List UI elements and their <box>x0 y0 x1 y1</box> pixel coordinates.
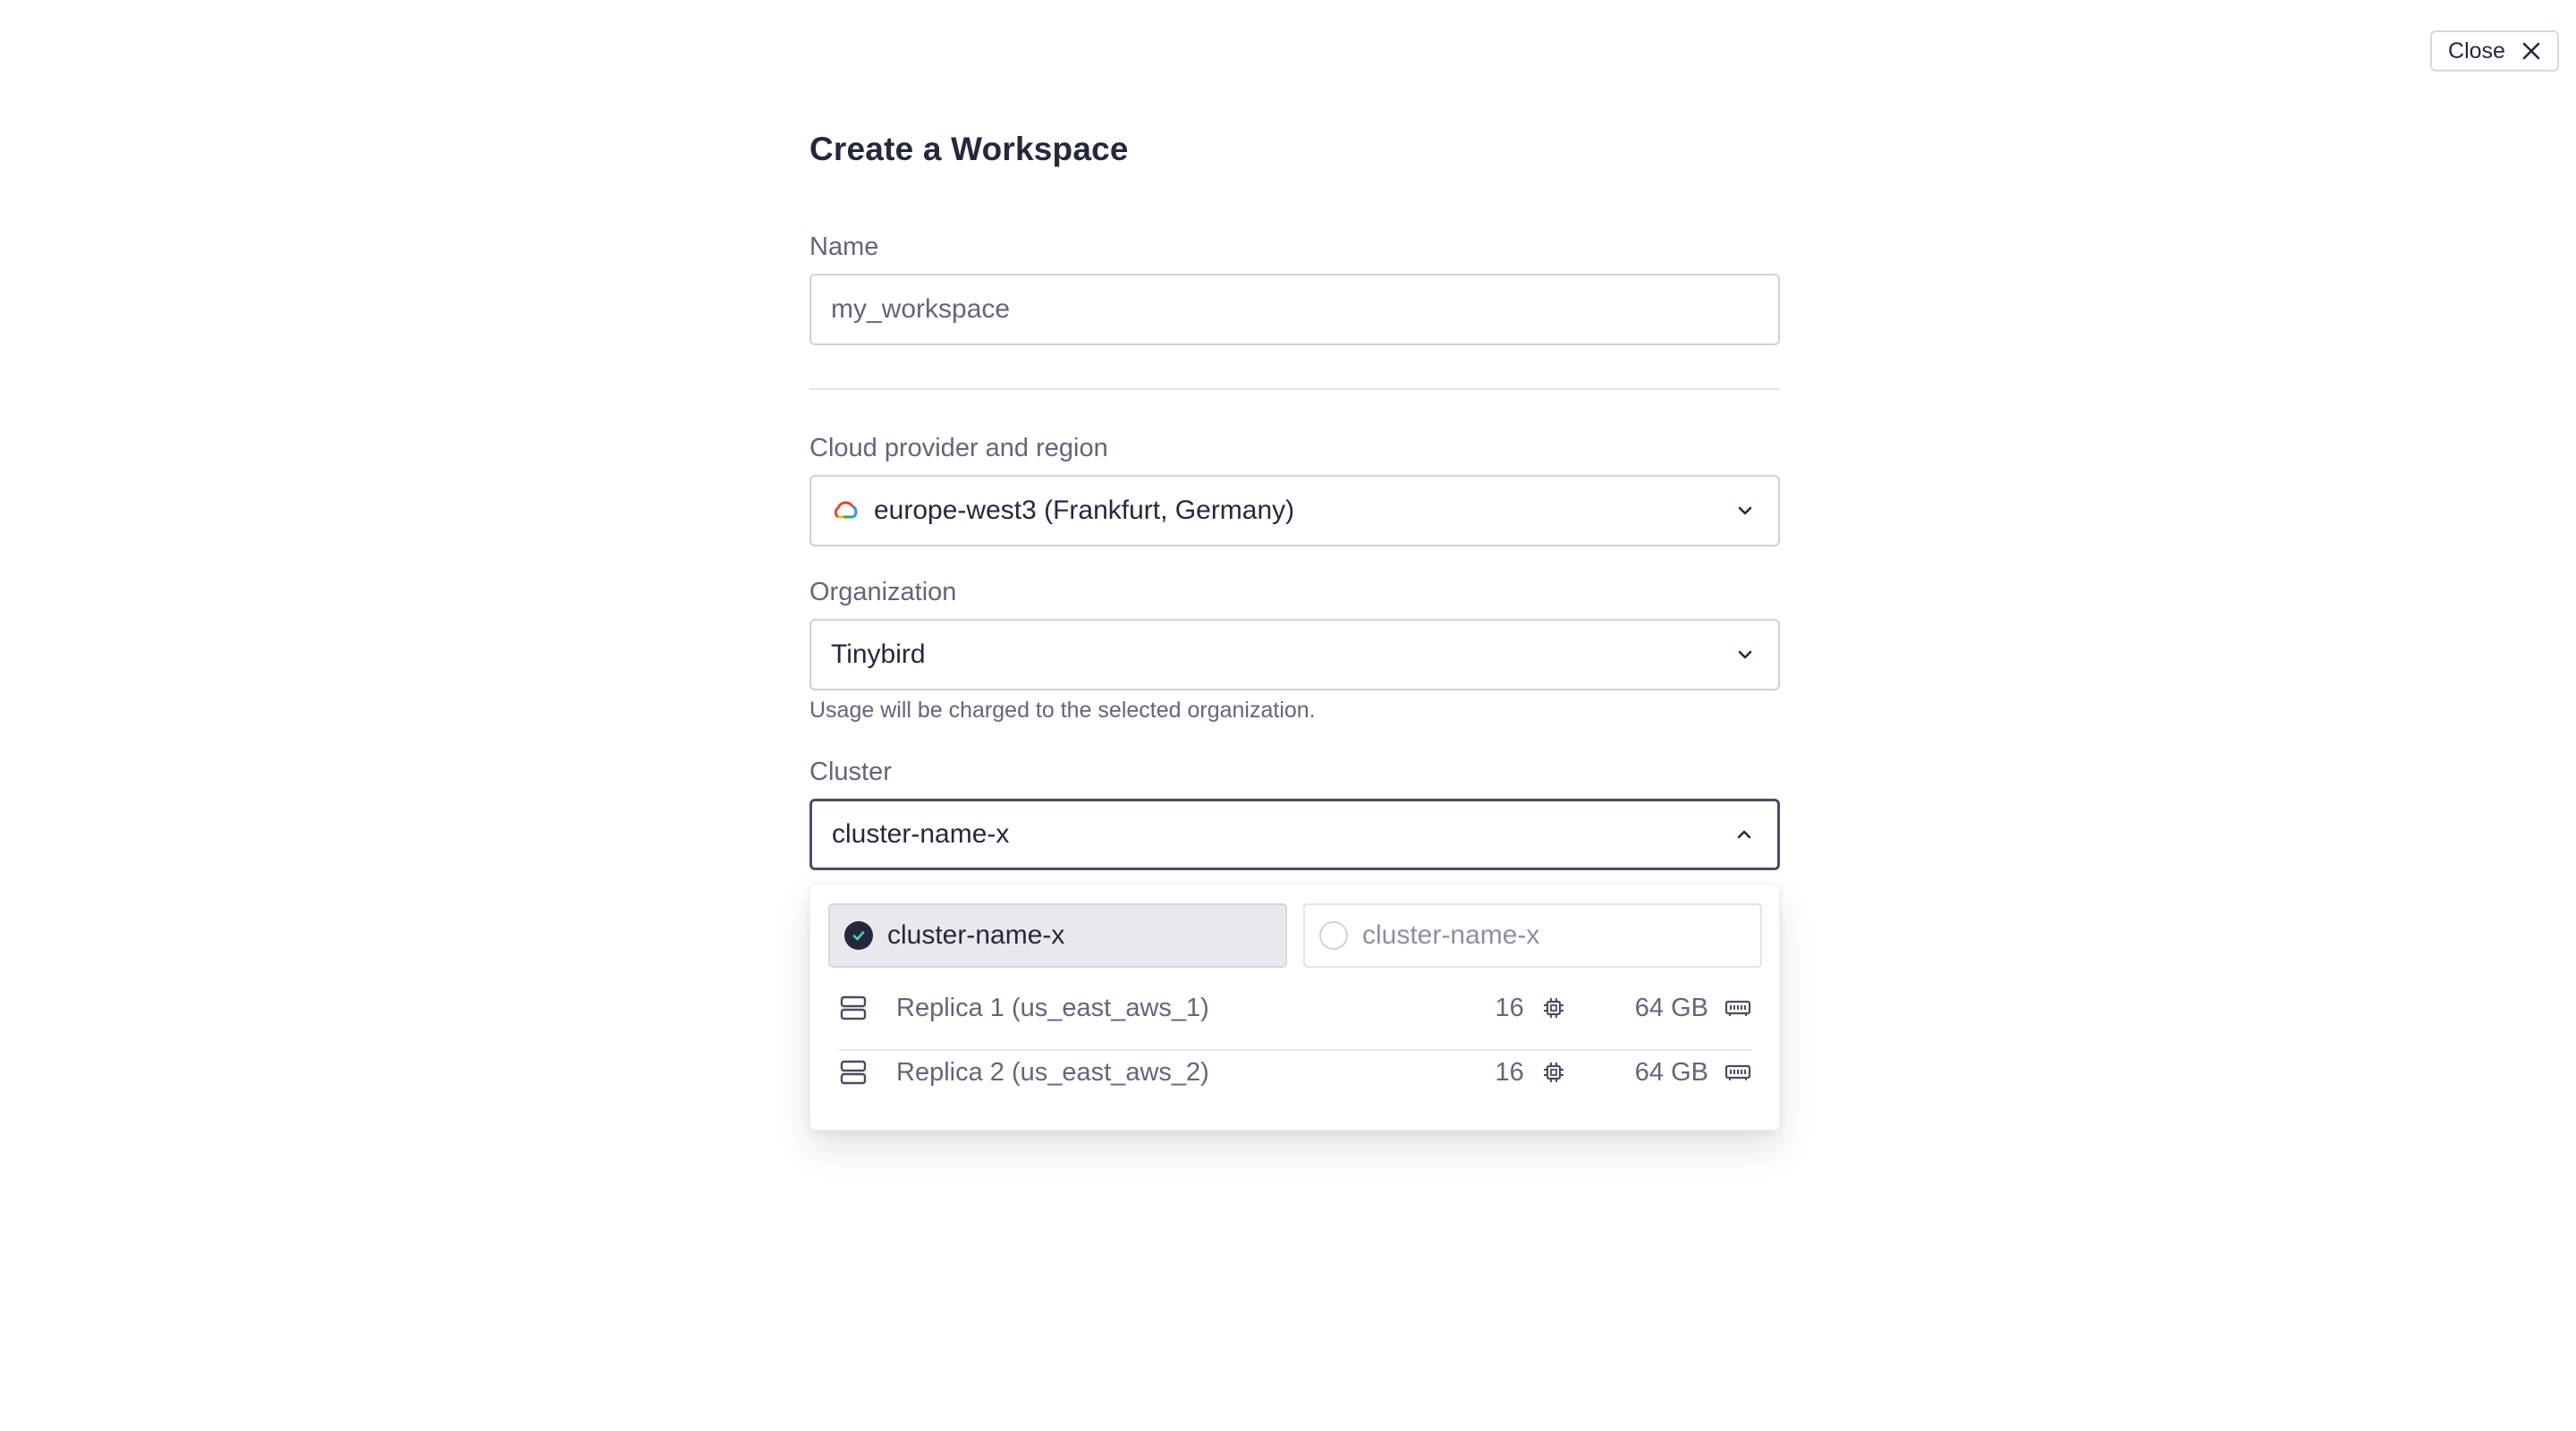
cluster-select-value: cluster-name-x <box>832 819 1010 849</box>
close-icon <box>2522 42 2540 60</box>
chevron-up-icon <box>1737 830 1751 839</box>
organization-hint: Usage will be charged to the selected or… <box>809 698 1316 723</box>
cluster-option-label: cluster-name-x <box>887 920 1065 950</box>
replica-cpu: 16 <box>1496 1058 1567 1088</box>
chevron-down-icon <box>1738 506 1752 515</box>
server-icon <box>840 995 867 1020</box>
replica-memory: 64 GB <box>1635 1058 1751 1088</box>
memory-icon <box>1724 1000 1751 1016</box>
region-select[interactable]: europe-west3 (Frankfurt, Germany) <box>809 475 1780 546</box>
replica-name: Replica 1 (us_east_aws_1) <box>896 993 1209 1022</box>
cluster-option[interactable]: cluster-name-x <box>1303 903 1762 968</box>
cluster-select[interactable]: cluster-name-x <box>809 799 1780 870</box>
organization-label: Organization <box>809 578 957 606</box>
radio-unchecked-icon <box>1319 921 1348 950</box>
cluster-label: Cluster <box>809 758 892 786</box>
server-icon <box>840 1060 867 1085</box>
replica-row: Replica 1 (us_east_aws_1) 16 64 GB <box>839 976 1751 1040</box>
region-label: Cloud provider and region <box>809 434 1108 462</box>
radio-checked-icon <box>844 921 873 950</box>
create-workspace-page: Close Create a Workspace Name my_workspa… <box>0 0 2576 1431</box>
replica-cpu-value: 16 <box>1495 993 1524 1022</box>
cluster-option-selected[interactable]: cluster-name-x <box>828 903 1287 968</box>
close-button-label: Close <box>2448 38 2505 64</box>
page-title: Create a Workspace <box>809 131 1129 167</box>
memory-icon <box>1724 1064 1751 1080</box>
organization-select-value: Tinybird <box>831 639 926 669</box>
name-input-value: my_workspace <box>831 294 1011 324</box>
chevron-down-icon <box>1738 650 1752 659</box>
cluster-option-label: cluster-name-x <box>1362 920 1540 950</box>
google-cloud-icon <box>834 501 858 519</box>
replica-memory-value: 64 GB <box>1634 993 1708 1022</box>
organization-select[interactable]: Tinybird <box>809 619 1780 690</box>
replica-name: Replica 2 (us_east_aws_2) <box>896 1057 1209 1087</box>
cluster-dropdown: cluster-name-x cluster-name-x Replica 1 … <box>809 884 1780 1130</box>
name-input[interactable]: my_workspace <box>809 274 1780 345</box>
replica-memory-value: 64 GB <box>1634 1057 1708 1087</box>
name-label: Name <box>809 233 879 261</box>
region-select-value: europe-west3 (Frankfurt, Germany) <box>874 495 1295 525</box>
cpu-icon <box>1543 998 1563 1018</box>
replica-cpu-value: 16 <box>1495 1057 1524 1087</box>
replica-memory: 64 GB <box>1635 994 1751 1023</box>
replica-row: Replica 2 (us_east_aws_2) 16 64 GB <box>839 1040 1751 1105</box>
replica-cpu: 16 <box>1496 994 1567 1023</box>
section-divider <box>809 388 1780 390</box>
cpu-icon <box>1543 1063 1563 1082</box>
close-button[interactable]: Close <box>2430 30 2559 72</box>
